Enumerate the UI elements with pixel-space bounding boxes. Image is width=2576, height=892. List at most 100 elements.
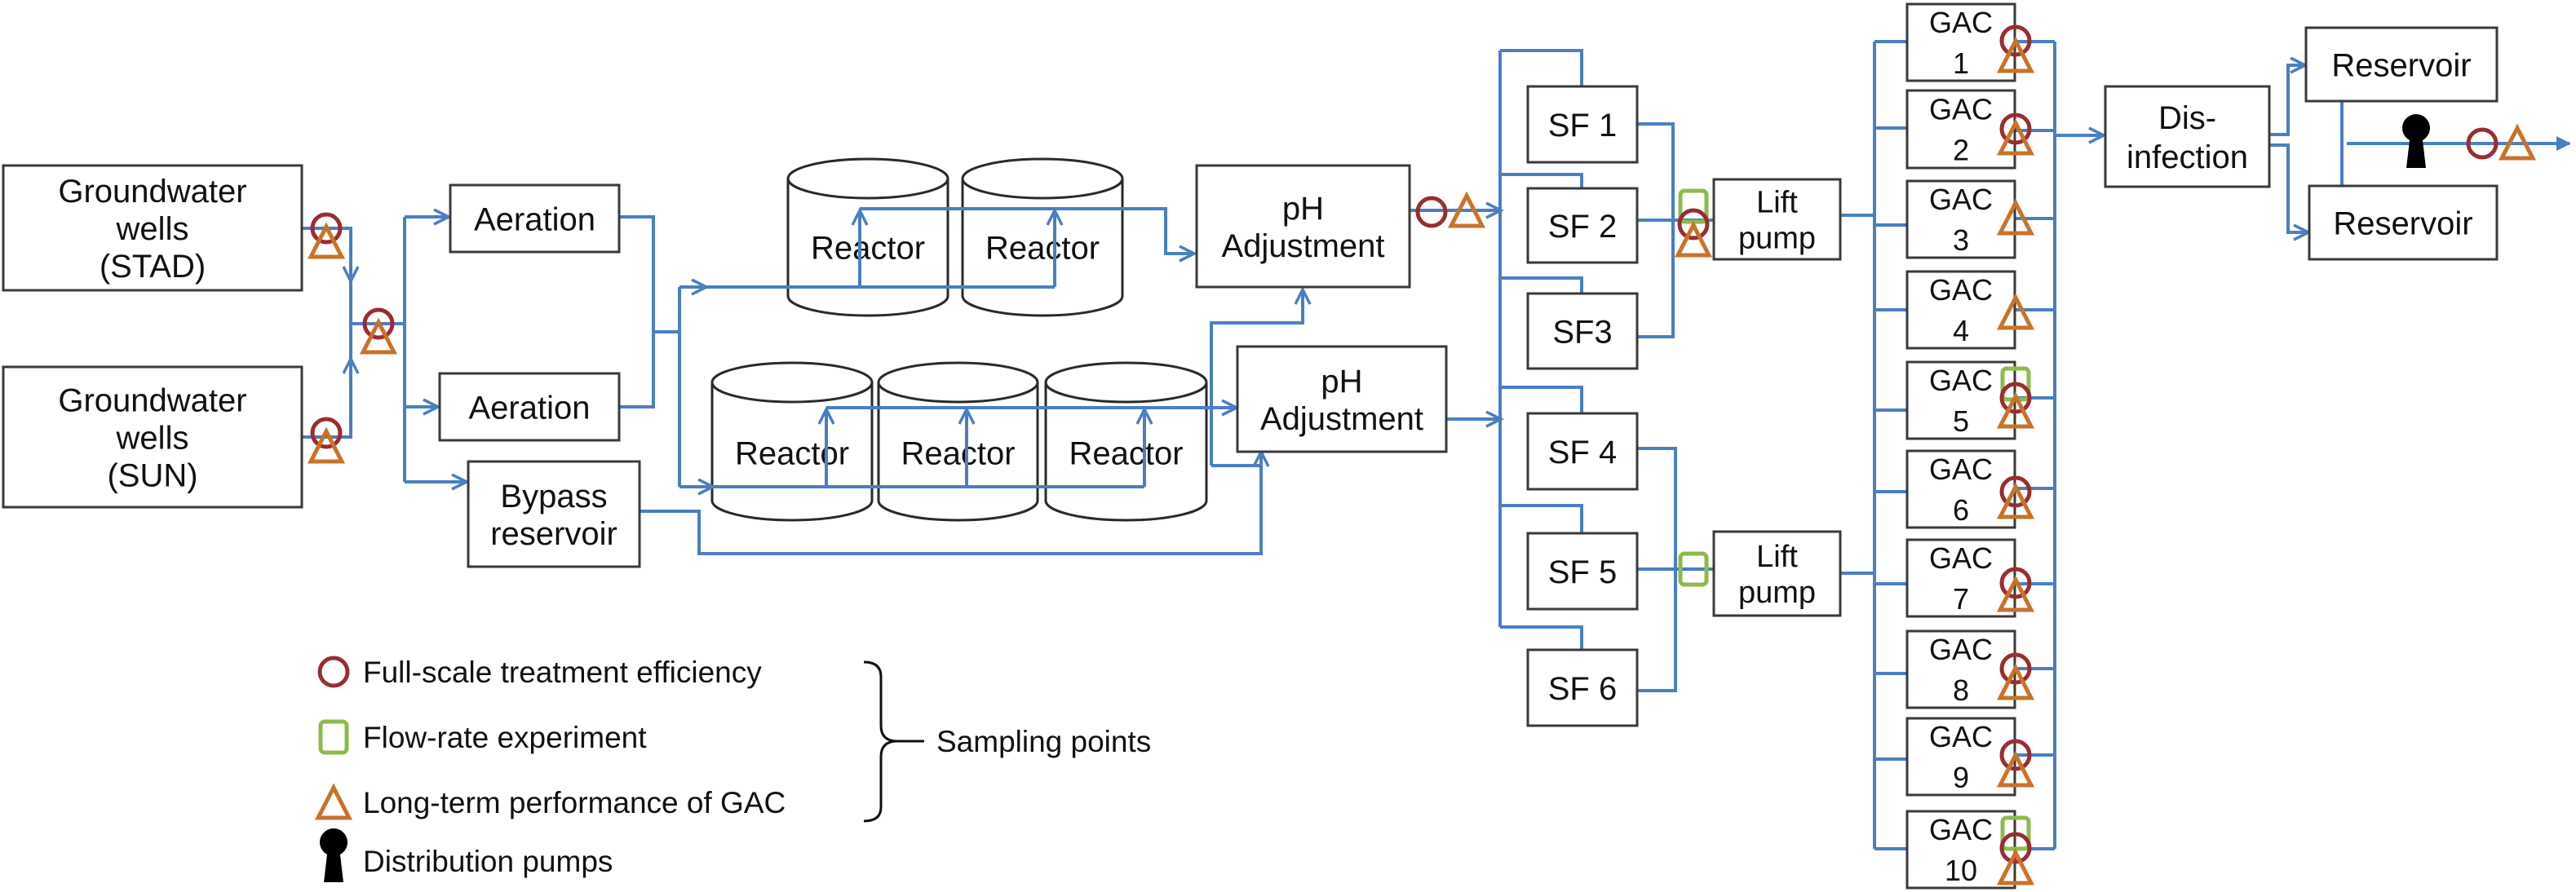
legend-label: Flow-rate experiment xyxy=(363,721,647,754)
disinfection-label-line: Dis- xyxy=(2158,100,2216,136)
sf-3-label-line: SF3 xyxy=(1552,314,1612,350)
gac-6-label-line: 6 xyxy=(1953,493,1969,527)
groundwater-wells-sun-label-line: wells xyxy=(116,420,189,456)
legend-label: Distribution pumps xyxy=(363,845,613,878)
reservoir-2-label-line: Reservoir xyxy=(2333,205,2472,241)
reactor-label: Reactor xyxy=(901,435,1015,471)
reactor-label: Reactor xyxy=(1069,435,1183,471)
disinfection-label-line: infection xyxy=(2127,139,2248,175)
sf-6-label: SF 6 xyxy=(1548,671,1617,707)
gac-3-label-line: 3 xyxy=(1953,223,1969,257)
process-units: Groundwater wells (STAD)Groundwater wells (S… xyxy=(2,2,2499,890)
reactor-label: Reactor xyxy=(985,230,1100,266)
reactor-label-line: Reactor xyxy=(985,230,1100,266)
reservoir-1: Reservoir xyxy=(2304,26,2499,103)
gac-9-label-line: 9 xyxy=(1953,761,1969,794)
legend-item: Distribution pumps xyxy=(320,828,613,882)
sf-2-label: SF 2 xyxy=(1548,209,1617,245)
aeration-2: Aeration xyxy=(438,372,621,442)
gac-1-label-line: GAC xyxy=(1929,6,1993,39)
flow-line xyxy=(1636,122,1675,338)
flow-line xyxy=(1500,386,1583,413)
reactor-top xyxy=(786,157,949,200)
reservoir-1-label-line: Reservoir xyxy=(2331,47,2471,83)
aeration-1-label-line: Aeration xyxy=(474,201,595,237)
reservoir-2-label: Reservoir xyxy=(2333,205,2472,241)
ph-adjustment-1-label-line: pH xyxy=(1282,191,1324,227)
sf-6-label-line: SF 6 xyxy=(1548,671,1617,707)
reactor-top xyxy=(961,157,1124,200)
legend-item: Flow-rate experiment xyxy=(318,719,647,755)
flow-line xyxy=(619,215,655,408)
sf-3: SF3 xyxy=(1526,292,1639,370)
gac-8-label-line: GAC xyxy=(1929,633,1993,666)
reservoir-1-label: Reservoir xyxy=(2331,47,2471,83)
sf-4: SF 4 xyxy=(1526,412,1639,491)
flow-line xyxy=(1500,625,1583,650)
gac-1-label-line: 1 xyxy=(1953,46,1969,80)
legend: Full-scale treatment efficiency Flow-rate… xyxy=(314,656,1151,882)
gac-2: GAC 2 xyxy=(1905,89,2016,170)
reactor-tank: Reactor xyxy=(1044,361,1208,522)
lift-pump-2-label-line: Lift xyxy=(1756,540,1798,574)
gac-10-label-line: 10 xyxy=(1945,854,1977,887)
reactor-label-line: Reactor xyxy=(901,435,1015,471)
circle-icon xyxy=(317,656,350,688)
aeration-1-label: Aeration xyxy=(474,201,595,237)
reactor-label-line: Reactor xyxy=(811,230,925,266)
lift-pump-1: Lift pump xyxy=(1712,178,1842,261)
reactor-label: Reactor xyxy=(735,435,849,471)
sf-5-label: SF 5 xyxy=(1548,554,1617,590)
flow-line xyxy=(1500,173,1583,188)
reactor-label-line: Reactor xyxy=(735,435,849,471)
reactor-tank: Reactor xyxy=(710,361,874,522)
sf-4-label-line: SF 4 xyxy=(1548,435,1617,470)
lift-pump-1-label-line: Lift xyxy=(1756,186,1798,220)
reactor-top xyxy=(710,361,874,404)
aeration-1: Aeration xyxy=(449,183,621,254)
reactor-tank: Reactor xyxy=(961,157,1124,317)
square-icon xyxy=(1678,188,1709,224)
ph-adjustment-1: pH Adjustment xyxy=(1195,164,1411,289)
ph-adjustment-1-label-line: Adjustment xyxy=(1221,228,1384,264)
sf-3-label: SF3 xyxy=(1552,314,1612,350)
gac-9: GAC 9 xyxy=(1905,717,2016,797)
groundwater-wells-sun-label-line: (SUN) xyxy=(107,457,197,493)
aeration-2-label-line: Aeration xyxy=(469,390,591,426)
treatment-process-diagram: Reactor Reactor Reactor Reactor Reactor Grou… xyxy=(2,2,2571,890)
reactor-top xyxy=(1044,361,1208,404)
sf-5: SF 5 xyxy=(1526,532,1639,611)
bypass-reservoir-label-line: Bypass xyxy=(500,479,607,514)
disinfection: Dis-infection xyxy=(2104,85,2271,188)
reactor-tank: Reactor xyxy=(786,157,949,317)
reactor-top xyxy=(877,361,1039,404)
sf-5-label-line: SF 5 xyxy=(1548,554,1617,590)
aeration-2-label: Aeration xyxy=(469,390,591,426)
groundwater-wells-stad-label-line: wells xyxy=(116,211,189,247)
flow-line xyxy=(1500,504,1583,533)
reservoir-2: Reservoir xyxy=(2308,184,2499,261)
flow-line xyxy=(1500,276,1583,294)
gac-8: GAC 8 xyxy=(1905,629,2016,709)
pump-icon xyxy=(320,828,347,882)
groundwater-wells-stad-label-line: (STAD) xyxy=(100,249,206,285)
legend-item: Full-scale treatment efficiency xyxy=(317,656,762,689)
sf-6: SF 6 xyxy=(1526,648,1639,727)
sf-2-label-line: SF 2 xyxy=(1548,209,1617,245)
reactor-label: Reactor xyxy=(811,230,925,266)
ph-adjustment-2: pH Adjustment xyxy=(1236,345,1448,453)
groundwater-wells-sun-label-line: Groundwater xyxy=(58,382,246,418)
lift-pump-2: Lift pump xyxy=(1712,530,1842,617)
bypass-reservoir: Bypass reservoir xyxy=(467,460,641,568)
gac-7-label-line: 7 xyxy=(1953,582,1969,616)
ph-adjustment-2-label-line: pH xyxy=(1321,364,1362,400)
reactors: Reactor Reactor Reactor Reactor Reactor xyxy=(710,157,1208,522)
gac-10: GAC 10 xyxy=(1905,810,2016,890)
flow-line xyxy=(2269,65,2305,136)
gac-7-label-line: GAC xyxy=(1929,541,1993,575)
gac-9-label-line: GAC xyxy=(1929,720,1993,753)
gac-6-label-line: GAC xyxy=(1929,453,1993,486)
gac-1: GAC 1 xyxy=(1905,2,2016,82)
gac-7: GAC 7 xyxy=(1905,538,2016,618)
sampling-points-label: Sampling points xyxy=(936,725,1151,758)
